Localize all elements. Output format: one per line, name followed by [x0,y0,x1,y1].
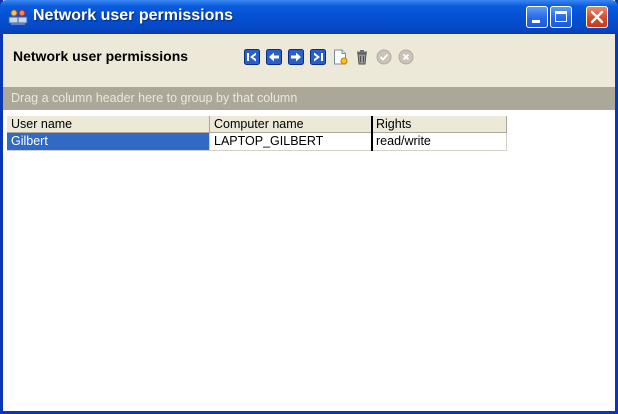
maximize-icon [555,11,567,22]
cell-computer-name[interactable]: LAPTOP_GILBERT [210,133,372,151]
title-bar[interactable]: Network user permissions [0,0,618,34]
column-header-rights[interactable]: Rights [372,116,507,133]
navigator-toolbar: Network user permissions [3,34,615,75]
column-drag-separator [371,116,373,151]
next-record-icon[interactable] [288,49,304,65]
column-header-computer-name[interactable]: Computer name [210,116,372,133]
permissions-grid[interactable]: User name Computer name Rights Gilbert L… [3,110,615,411]
column-header-user-name[interactable]: User name [7,116,210,133]
post-edit-icon[interactable] [376,49,392,65]
group-by-panel[interactable]: Drag a column header here to group by th… [3,87,615,110]
toolbar-title: Network user permissions [13,48,189,64]
new-record-icon[interactable] [332,49,348,65]
cancel-edit-icon[interactable] [398,49,414,65]
close-icon [590,10,604,24]
delete-record-icon[interactable] [354,49,370,65]
cell-rights[interactable]: read/write [372,133,507,151]
close-button[interactable] [586,6,608,28]
last-record-icon[interactable] [310,49,326,65]
previous-record-icon[interactable] [266,49,282,65]
first-record-icon[interactable] [244,49,260,65]
cell-user-name[interactable]: Gilbert [7,133,210,151]
app-window: Network user permissions Network user pe… [0,0,618,414]
maximize-button[interactable] [550,6,572,28]
network-users-icon [8,9,28,25]
window-title: Network user permissions [33,7,234,24]
minimize-button[interactable] [526,6,548,28]
group-by-hint: Drag a column header here to group by th… [11,91,298,105]
minimize-icon [532,20,540,23]
